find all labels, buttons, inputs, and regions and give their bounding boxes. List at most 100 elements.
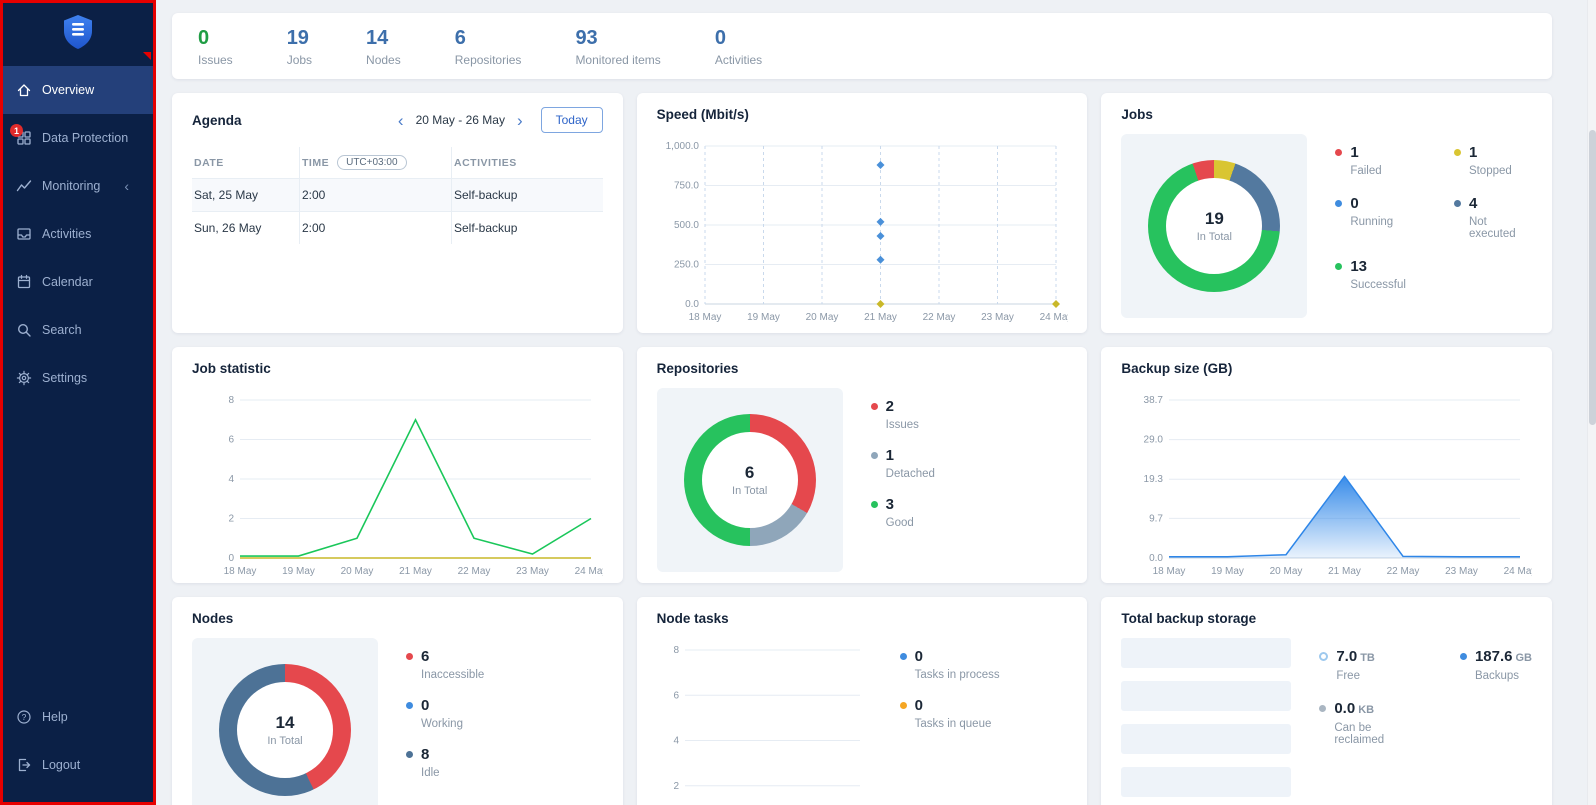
storage-bar-row bbox=[1121, 681, 1291, 711]
svg-text:22 May: 22 May bbox=[1387, 566, 1420, 577]
svg-text:2: 2 bbox=[228, 514, 234, 525]
speed-chart: 0.0250.0500.0750.01,000.018 May19 May20 … bbox=[657, 134, 1068, 326]
legend-dot-hollow bbox=[1319, 652, 1328, 661]
sidebar-item-data-protection[interactable]: 1 Data Protection bbox=[0, 114, 156, 162]
legend-dot bbox=[1335, 149, 1342, 156]
agenda-row-date[interactable]: Sat, 25 May bbox=[192, 178, 300, 211]
backup-size-card: Backup size (GB) 0.09.719.329.038.718 Ma… bbox=[1101, 347, 1552, 583]
stat-activities[interactable]: 0 Activities bbox=[715, 27, 762, 67]
svg-text:250.0: 250.0 bbox=[674, 260, 699, 271]
stat-nodes[interactable]: 14 Nodes bbox=[366, 27, 401, 67]
sidebar-item-overview[interactable]: Overview bbox=[0, 66, 156, 114]
legend-value: 4 bbox=[1469, 195, 1532, 212]
inbox-icon bbox=[16, 226, 32, 242]
nodes-legend: 6 Inaccessible 0 Working 8 Idle bbox=[406, 648, 484, 779]
jobs-total-label: In Total bbox=[1197, 231, 1232, 243]
column-header-activities: ACTIVITIES bbox=[452, 147, 603, 178]
gear-icon bbox=[16, 370, 32, 386]
app-logo[interactable] bbox=[0, 0, 156, 66]
svg-text:2: 2 bbox=[673, 781, 679, 792]
svg-text:0.0: 0.0 bbox=[685, 299, 699, 310]
stat-value[interactable]: 6 bbox=[455, 27, 522, 50]
legend-item-tasks-in-queue: 0 Tasks in queue bbox=[900, 697, 1000, 730]
agenda-row-activity[interactable]: Self-backup bbox=[452, 211, 603, 244]
stat-value[interactable]: 19 bbox=[287, 27, 312, 50]
sidebar-item-help[interactable]: ? Help bbox=[0, 693, 156, 741]
legend-label: Detached bbox=[886, 468, 935, 480]
job-statistic-chart: 0246818 May19 May20 May21 May22 May23 Ma… bbox=[192, 388, 603, 580]
svg-text:19 May: 19 May bbox=[1211, 566, 1244, 577]
legend-item-working: 0 Working bbox=[406, 697, 484, 730]
stat-monitored-items[interactable]: 93 Monitored items bbox=[575, 27, 660, 67]
legend-label: Backups bbox=[1475, 670, 1532, 682]
stat-jobs[interactable]: 19 Jobs bbox=[287, 27, 312, 67]
search-icon bbox=[16, 322, 32, 338]
legend-item-stopped: 1 Stopped bbox=[1454, 144, 1532, 177]
legend-label: Tasks in queue bbox=[915, 718, 992, 730]
sidebar-item-label: Monitoring bbox=[42, 179, 100, 193]
dashboard-grid: Agenda ‹ 20 May - 26 May › Today DATE TI… bbox=[172, 93, 1552, 805]
legend-label: Good bbox=[886, 517, 914, 529]
legend-value: 1 bbox=[1469, 144, 1512, 161]
nodes-donut-chart: 14 In Total bbox=[219, 664, 351, 796]
legend-dot bbox=[871, 403, 878, 410]
sidebar-item-calendar[interactable]: Calendar bbox=[0, 258, 156, 306]
stat-issues[interactable]: 0 Issues bbox=[198, 27, 233, 67]
shield-logo-icon bbox=[61, 14, 95, 52]
nodes-donut-center: 14 In Total bbox=[237, 682, 333, 778]
legend-label: Not executed bbox=[1469, 216, 1532, 240]
sidebar-item-logout[interactable]: Logout bbox=[0, 741, 156, 789]
scrollbar-thumb[interactable] bbox=[1589, 130, 1596, 425]
legend-dot bbox=[900, 653, 907, 660]
legend-label: Issues bbox=[886, 419, 919, 431]
svg-text:19 May: 19 May bbox=[282, 566, 315, 577]
legend-dot bbox=[871, 452, 878, 459]
svg-text:19 May: 19 May bbox=[747, 312, 780, 323]
next-week-button[interactable]: › bbox=[515, 112, 525, 129]
stat-repositories[interactable]: 6 Repositories bbox=[455, 27, 522, 67]
legend-item-good: 3 Good bbox=[871, 496, 935, 529]
sidebar-item-activities[interactable]: Activities bbox=[0, 210, 156, 258]
stat-value[interactable]: 0 bbox=[198, 27, 233, 50]
svg-text:8: 8 bbox=[673, 645, 679, 656]
stat-label: Monitored items bbox=[575, 53, 660, 67]
nodes-total: 14 bbox=[276, 713, 295, 733]
nodes-card: Nodes 14 In Total bbox=[172, 597, 623, 805]
stat-value[interactable]: 0 bbox=[715, 27, 762, 50]
stat-value[interactable]: 14 bbox=[366, 27, 401, 50]
legend-item-can-be-reclaimed: 0.0KB Can be reclaimed bbox=[1319, 700, 1404, 746]
stat-label: Activities bbox=[715, 53, 762, 67]
legend-label: Can be reclaimed bbox=[1334, 722, 1404, 746]
prev-week-button[interactable]: ‹ bbox=[396, 112, 406, 129]
node-tasks-card: Node tasks 02468 0 Tasks in process 0 bbox=[637, 597, 1088, 805]
column-header-time: TIME UTC+03:00 bbox=[300, 147, 452, 178]
legend-dot bbox=[900, 702, 907, 709]
legend-value: 0.0 bbox=[1334, 700, 1355, 717]
chevron-collapse-icon[interactable]: ‹ bbox=[124, 179, 129, 193]
sidebar-item-search[interactable]: Search bbox=[0, 306, 156, 354]
today-button[interactable]: Today bbox=[541, 107, 603, 133]
timezone-pill[interactable]: UTC+03:00 bbox=[337, 155, 406, 170]
legend-item-tasks-in-process: 0 Tasks in process bbox=[900, 648, 1000, 681]
svg-text:6: 6 bbox=[673, 690, 679, 701]
svg-text:20 May: 20 May bbox=[805, 312, 838, 323]
notification-badge: 1 bbox=[10, 124, 23, 137]
legend-item-inaccessible: 6 Inaccessible bbox=[406, 648, 484, 681]
stat-value[interactable]: 93 bbox=[575, 27, 660, 50]
calendar-icon bbox=[16, 274, 32, 290]
sidebar-item-settings[interactable]: Settings bbox=[0, 354, 156, 402]
svg-text:24 May: 24 May bbox=[575, 566, 603, 577]
agenda-row-time[interactable]: 2:00 bbox=[300, 178, 452, 211]
agenda-row-time[interactable]: 2:00 bbox=[300, 211, 452, 244]
jobs-total: 19 bbox=[1205, 209, 1224, 229]
card-title: Agenda bbox=[192, 113, 242, 128]
app-window: Overview 1 Data Protection bbox=[0, 0, 1596, 805]
legend-dot bbox=[871, 501, 878, 508]
sidebar: Overview 1 Data Protection bbox=[0, 0, 156, 805]
sidebar-item-monitoring[interactable]: Monitoring ‹ bbox=[0, 162, 156, 210]
agenda-row-activity[interactable]: Self-backup bbox=[452, 178, 603, 211]
legend-item-free: 7.0TB Free bbox=[1319, 648, 1404, 682]
legend-item-successful: 13 Successful bbox=[1335, 258, 1406, 291]
sidebar-collapse-handle[interactable] bbox=[143, 52, 151, 60]
agenda-row-date[interactable]: Sun, 26 May bbox=[192, 211, 300, 244]
